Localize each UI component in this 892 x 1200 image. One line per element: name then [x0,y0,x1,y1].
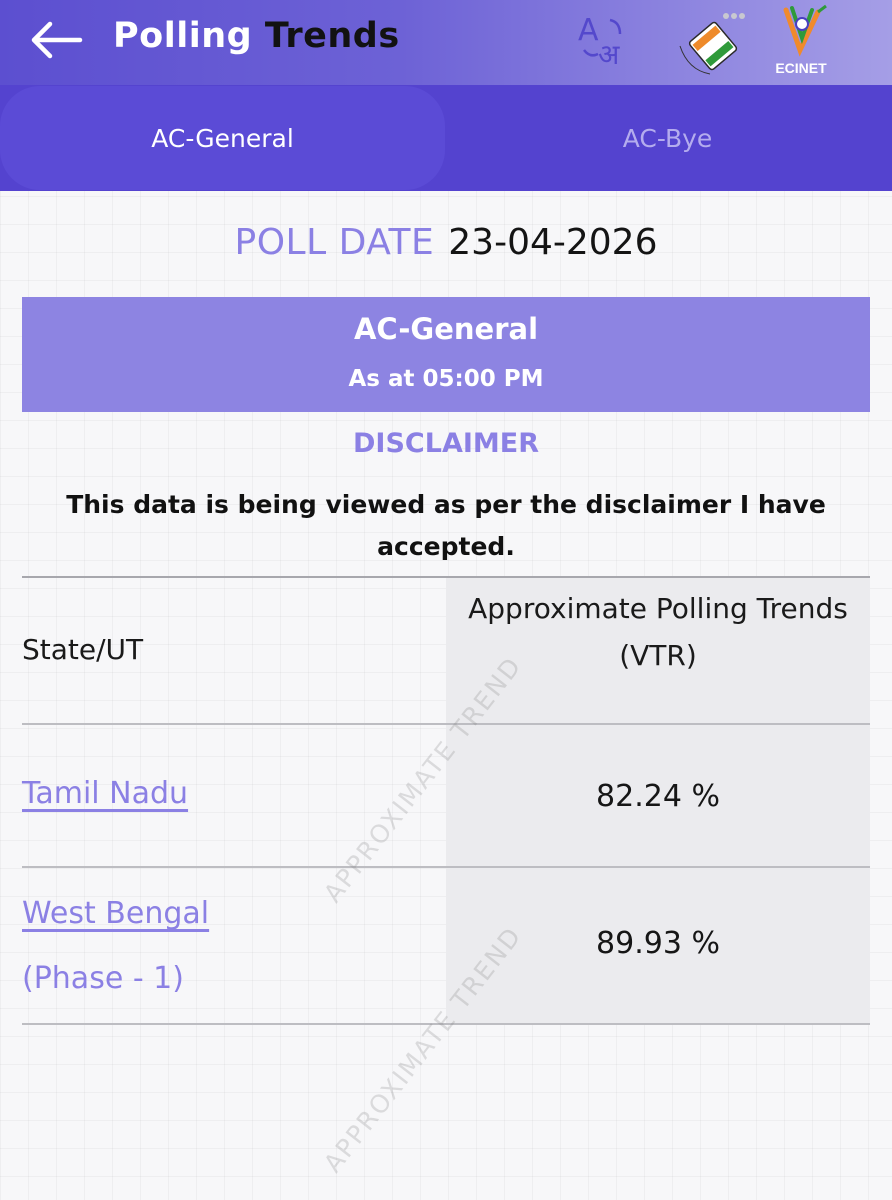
election-commission-logo-icon [668,6,754,80]
column-header-vtr: Approximate Polling Trends (VTR) [468,592,848,672]
poll-date-label: POLL DATE [234,222,435,263]
poll-date: POLL DATE 23-04-2026 [0,222,892,263]
disclaimer-text: This data is being viewed as per the dis… [66,490,826,561]
back-arrow-icon[interactable] [26,16,86,64]
language-toggle-icon[interactable]: A अ [576,10,632,71]
page-title-part1: Polling [113,16,253,56]
table-divider [22,1023,870,1025]
table-divider [22,866,870,868]
page-title-part2: Trends [252,16,400,56]
state-link-tamil-nadu[interactable]: Tamil Nadu [22,776,188,811]
disclaimer-heading: DISCLAIMER [353,428,539,459]
state-phase-label: (Phase - 1) [22,961,184,996]
svg-text:अ: अ [598,38,620,70]
svg-text:A: A [578,13,599,48]
vtr-value-tamil-nadu: 82.24 % [596,779,720,814]
table-divider [22,723,870,725]
vtr-value-west-bengal: 89.93 % [596,926,720,961]
state-link-west-bengal[interactable]: West Bengal [22,896,209,931]
banner-title: AC-General [353,312,539,346]
poll-date-value: 23-04-2026 [448,222,658,263]
tab-ac-bye[interactable]: AC-Bye [445,124,890,153]
table-divider [22,576,870,578]
banner-subtitle: As at 05:00 PM [348,366,544,392]
ecinet-label: ECINET [775,60,827,76]
column-header-state: State/UT [22,633,144,666]
page-title: Polling Trends [113,16,400,56]
tab-ac-general[interactable]: AC-General [0,124,445,153]
